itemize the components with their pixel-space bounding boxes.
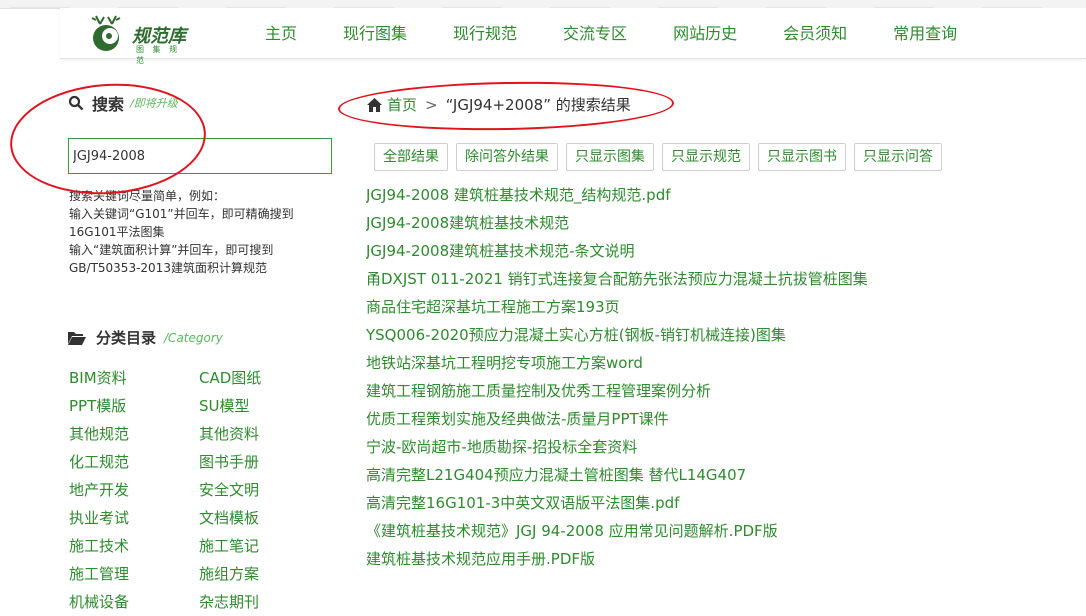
nav-member-info[interactable]: 会员须知 [783, 8, 847, 58]
filter-exclude-qa-button[interactable]: 除问答外结果 [456, 143, 558, 171]
result-link[interactable]: YSQ006-2020预应力混凝土实心方桩(钢板-销钉机械连接)图集 [366, 321, 1076, 349]
folder-open-icon [68, 331, 86, 345]
category-item[interactable]: 文档模板 [199, 504, 309, 532]
search-tip-line: 输入关键词“G101”并回车，即可精确搜到16G101平法图集 [69, 207, 294, 239]
category-list: BIM资料 CAD图纸 PPT模版 SU模型 其他规范 其他资料 化工规范 图书… [69, 364, 309, 616]
category-item[interactable]: BIM资料 [69, 364, 199, 392]
nav-home[interactable]: 主页 [265, 8, 297, 58]
category-title: 分类目录 [96, 329, 157, 347]
search-subtitle: /即将升级 [130, 97, 178, 110]
result-link[interactable]: 商品住宅超深基坑工程施工方案193页 [366, 293, 1076, 321]
category-item[interactable]: 化工规范 [69, 448, 199, 476]
result-link[interactable]: 优质工程策划实施及经典做法-质量月PPT课件 [366, 405, 1076, 433]
category-item[interactable]: 杂志期刊 [199, 588, 309, 616]
category-item[interactable]: 施工笔记 [199, 532, 309, 560]
breadcrumb-separator: > [425, 95, 438, 114]
main-nav: 主页 现行图集 现行规范 交流专区 网站历史 会员须知 常用查询 [265, 8, 1003, 58]
nav-site-history[interactable]: 网站历史 [673, 8, 737, 58]
deer-logo-icon [91, 15, 121, 51]
filter-atlas-button[interactable]: 只显示图集 [566, 143, 654, 171]
search-input[interactable] [68, 138, 332, 174]
category-item[interactable]: 执业考试 [69, 504, 199, 532]
category-item[interactable]: 施工技术 [69, 532, 199, 560]
home-icon [367, 97, 382, 112]
result-link[interactable]: 地铁站深基坑工程明挖专项施工方案word [366, 349, 1076, 377]
category-item[interactable]: 施工管理 [69, 560, 199, 588]
result-link[interactable]: JGJ94-2008 建筑桩基技术规范_结构规范.pdf [366, 181, 1076, 209]
search-results: JGJ94-2008 建筑桩基技术规范_结构规范.pdf JGJ94-2008建… [366, 181, 1076, 573]
search-tips: 搜索关键词尽量简单，例如： 输入关键词“G101”并回车，即可精确搜到16G10… [69, 187, 331, 277]
logo-subtitle: 图 集 规 范 [136, 45, 181, 65]
result-link[interactable]: 宁波-欧尚超市-地质勘探-招投标全套资料 [366, 433, 1076, 461]
filter-standards-button[interactable]: 只显示规范 [662, 143, 750, 171]
category-heading: 分类目录 /Category [68, 327, 223, 348]
result-link[interactable]: 高清完整L21G404预应力混凝土管桩图集 替代L14G407 [366, 461, 1076, 489]
category-item[interactable]: 其他资料 [199, 420, 309, 448]
nav-current-atlas[interactable]: 现行图集 [343, 8, 407, 58]
category-item[interactable]: PPT模版 [69, 392, 199, 420]
search-title: 搜索 [92, 95, 125, 114]
site-header: 规范库 图 集 规 范 主页 现行图集 现行规范 交流专区 网站历史 会员须知 … [60, 8, 1086, 65]
result-link[interactable]: 《建筑桩基技术规范》JGJ 94-2008 应用常见问题解析.PDF版 [366, 517, 1076, 545]
category-item[interactable]: SU模型 [199, 392, 309, 420]
site-logo[interactable]: 规范库 图 集 规 范 [86, 14, 196, 65]
breadcrumb-current: “JGJ94+2008” 的搜索结果 [445, 96, 631, 114]
result-link[interactable]: 建筑桩基技术规范应用手册.PDF版 [366, 545, 1076, 573]
category-item[interactable]: 其他规范 [69, 420, 199, 448]
search-icon [68, 95, 84, 111]
result-link[interactable]: JGJ94-2008建筑桩基技术规范 [366, 209, 1076, 237]
category-item[interactable]: 安全文明 [199, 476, 309, 504]
breadcrumb-home-link[interactable]: 首页 [387, 94, 417, 115]
result-filters: 全部结果 除问答外结果 只显示图集 只显示规范 只显示图书 只显示问答 [374, 143, 950, 171]
category-item[interactable]: 图书手册 [199, 448, 309, 476]
category-subtitle: /Category [164, 330, 223, 345]
filter-books-button[interactable]: 只显示图书 [758, 143, 846, 171]
filter-all-button[interactable]: 全部结果 [374, 143, 448, 171]
nav-common-queries[interactable]: 常用查询 [893, 8, 957, 58]
breadcrumb: 首页 > “JGJ94+2008” 的搜索结果 [367, 94, 631, 115]
category-item[interactable]: 机械设备 [69, 588, 199, 616]
category-item[interactable]: 地产开发 [69, 476, 199, 504]
filter-qa-button[interactable]: 只显示问答 [854, 143, 942, 171]
nav-current-standards[interactable]: 现行规范 [453, 8, 517, 58]
search-tip-line: 输入“建筑面积计算”并回车，即可搜到GB/T50353-2013建筑面积计算规范 [69, 243, 274, 275]
result-link[interactable]: 建筑工程钢筋施工质量控制及优秀工程管理案例分析 [366, 377, 1076, 405]
result-link[interactable]: JGJ94-2008建筑桩基技术规范-条文说明 [366, 237, 1076, 265]
result-link[interactable]: 高清完整16G101-3中英文双语版平法图集.pdf [366, 489, 1076, 517]
category-item[interactable]: 施组方案 [199, 560, 309, 588]
category-item[interactable]: CAD图纸 [199, 364, 309, 392]
nav-community[interactable]: 交流专区 [563, 8, 627, 58]
search-heading: 搜索 /即将升级 [68, 91, 178, 115]
result-link[interactable]: 甬DXJST 011-2021 销钉式连接复合配筋先张法预应力混凝土抗拔管桩图集 [366, 265, 1076, 293]
search-tip-line: 搜索关键词尽量简单，例如： [69, 189, 226, 203]
